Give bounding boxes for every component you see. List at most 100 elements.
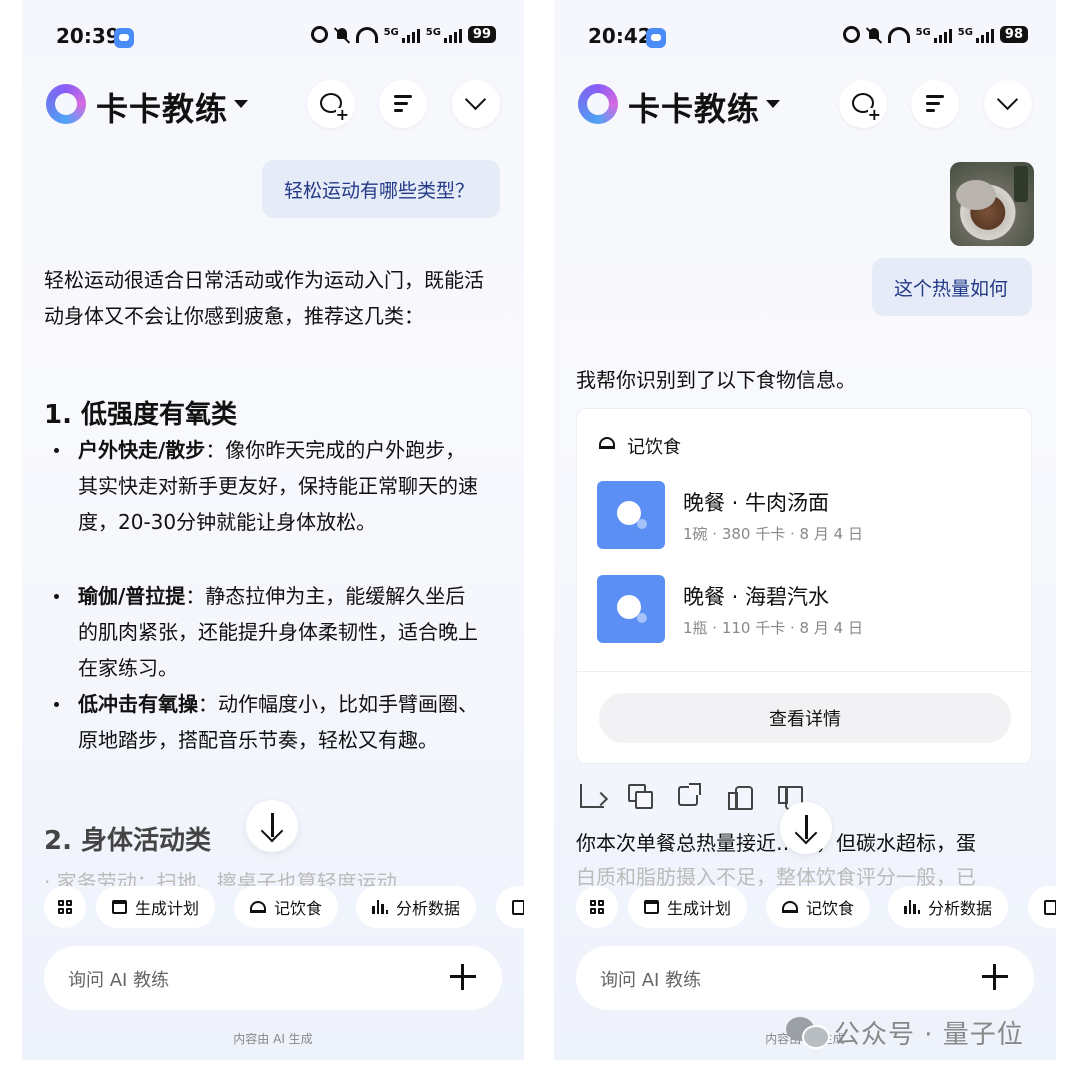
- app-logo: [46, 84, 86, 124]
- grid-icon: [58, 900, 72, 914]
- chip-analyze-data[interactable]: 分析数据: [888, 886, 1009, 928]
- document-icon: [512, 899, 524, 915]
- plus-icon[interactable]: [982, 964, 1008, 990]
- food-item[interactable]: 晚餐 · 牛肉汤面 1碗 · 380 千卡 · 8 月 4 日: [597, 481, 1017, 551]
- status-time: 20:42: [588, 24, 652, 48]
- copy-icon[interactable]: [628, 784, 653, 809]
- notification-chat-icon: [646, 28, 666, 48]
- title-dropdown-icon[interactable]: [234, 100, 248, 108]
- document-icon: [1044, 899, 1056, 915]
- list-item: 户外快走/散步：像你昨天完成的户外跑步，其实快走对新手更友好，保持能正常聊天的速…: [54, 432, 484, 540]
- chip-more[interactable]: [1028, 886, 1056, 928]
- wechat-icon: [786, 1017, 830, 1049]
- alarm-icon: [310, 26, 328, 43]
- food-photo-thumbnail[interactable]: [950, 162, 1034, 246]
- status-bar: 20:42 5G 5G 98: [554, 22, 1056, 54]
- plus-icon[interactable]: [450, 964, 476, 990]
- network-label-2: 5G: [957, 26, 973, 38]
- battery-level: 98: [999, 26, 1028, 43]
- cloche-icon: [599, 437, 615, 449]
- app-title[interactable]: 卡卡教练: [628, 84, 760, 130]
- new-chat-button[interactable]: [839, 80, 887, 128]
- title-dropdown-icon[interactable]: [766, 100, 780, 108]
- notification-chat-icon: [114, 28, 134, 48]
- new-chat-button[interactable]: [307, 80, 355, 128]
- view-details-button[interactable]: 查看详情: [599, 693, 1011, 743]
- ai-generated-note: 内容由 AI 生成: [233, 1032, 313, 1046]
- chat-input[interactable]: 询问 AI 教练: [44, 946, 502, 1010]
- signal-icon-2: 5G: [958, 27, 994, 43]
- more-actions-button[interactable]: [576, 886, 618, 928]
- wifi-icon: [355, 26, 378, 43]
- food-meta: 1碗 · 380 千卡 · 8 月 4 日: [683, 525, 863, 543]
- history-button[interactable]: [911, 80, 959, 128]
- calendar-icon: [112, 900, 127, 914]
- share-icon[interactable]: [580, 784, 604, 808]
- collapse-button[interactable]: [452, 80, 500, 128]
- network-label-2: 5G: [425, 26, 441, 38]
- scroll-to-bottom-button[interactable]: [246, 800, 298, 852]
- food-icon: [597, 575, 665, 643]
- chat-input-placeholder: 询问 AI 教练: [600, 970, 702, 991]
- app-title[interactable]: 卡卡教练: [96, 84, 228, 130]
- left-phone-screen: 20:39 5G 5G 99 卡卡教练 轻松运动有哪些类型？ 轻松运动很适合日常…: [22, 0, 524, 1060]
- chip-label: 记饮食: [806, 899, 855, 918]
- history-button[interactable]: [379, 80, 427, 128]
- user-message-bubble: 轻松运动有哪些类型？: [262, 160, 500, 218]
- chip-label: 分析数据: [396, 899, 461, 918]
- mute-icon: [866, 27, 882, 43]
- new-chat-icon: [320, 93, 349, 122]
- right-phone-screen: 20:42 5G 5G 98 卡卡教练 这个热量如何 我帮你识别到了以下食物信息…: [554, 0, 1056, 1060]
- cloche-icon: [782, 901, 798, 913]
- bar-chart-icon: [372, 900, 388, 914]
- bar-chart-icon: [904, 900, 920, 914]
- grid-icon: [590, 900, 604, 914]
- chip-label: 生成计划: [135, 899, 200, 918]
- chat-input-placeholder: 询问 AI 教练: [68, 970, 170, 991]
- food-item[interactable]: 晚餐 · 海碧汽水 1瓶 · 110 千卡 · 8 月 4 日: [597, 575, 1017, 645]
- food-name: 晚餐 · 牛肉汤面: [683, 491, 830, 515]
- status-icons: 5G 5G 99: [310, 26, 496, 43]
- chip-analyze-data[interactable]: 分析数据: [356, 886, 477, 928]
- chip-log-diet[interactable]: 记饮食: [234, 886, 339, 928]
- diet-log-card: 记饮食 晚餐 · 牛肉汤面 1碗 · 380 千卡 · 8 月 4 日 晚餐 ·…: [576, 408, 1032, 764]
- watermark-text: 公众号 · 量子位: [834, 1019, 1024, 1050]
- list-item-title: 低冲击有氧操: [78, 692, 198, 716]
- summary-line-2: 白质和脂肪摄入不足，整体饮食评分一般，已: [576, 865, 976, 886]
- scroll-to-bottom-button[interactable]: [780, 802, 832, 854]
- chat-input[interactable]: 询问 AI 教练: [576, 946, 1034, 1010]
- chip-generate-plan[interactable]: 生成计划: [96, 886, 216, 928]
- food-name: 晚餐 · 海碧汽水: [683, 585, 830, 609]
- history-list-icon: [926, 95, 944, 113]
- cloche-icon: [250, 901, 266, 913]
- alarm-icon: [842, 26, 860, 43]
- list-item: 瑜伽/普拉提：静态拉伸为主，能缓解久坐后的肌肉紧张，还能提升身体柔韧性，适合晚上…: [54, 578, 484, 686]
- external-link-icon[interactable]: [678, 783, 701, 806]
- chip-generate-plan[interactable]: 生成计划: [628, 886, 748, 928]
- list-item-title: 户外快走/散步: [78, 438, 206, 462]
- food-icon: [597, 481, 665, 549]
- list-item-title: 瑜伽/普拉提: [78, 584, 186, 608]
- new-chat-icon: [852, 93, 881, 122]
- food-meta: 1瓶 · 110 千卡 · 8 月 4 日: [683, 619, 863, 637]
- card-title: 记饮食: [627, 437, 681, 458]
- status-icons: 5G 5G 98: [842, 26, 1028, 43]
- chip-log-diet[interactable]: 记饮食: [766, 886, 871, 928]
- watermark: 公众号 · 量子位: [786, 1012, 1024, 1052]
- section-heading-1: 1. 低强度有氧类: [44, 400, 238, 430]
- collapse-button[interactable]: [984, 80, 1032, 128]
- more-actions-button[interactable]: [44, 886, 86, 928]
- status-bar: 20:39 5G 5G 99: [22, 22, 524, 54]
- assistant-intro: 我帮你识别到了以下食物信息。: [576, 368, 856, 392]
- list-item: 低冲击有氧操：动作幅度小，比如手臂画圈、原地踏步，搭配音乐节奏，轻松又有趣。: [54, 686, 484, 758]
- chip-label: 生成计划: [667, 899, 732, 918]
- thumbs-up-icon[interactable]: [728, 784, 753, 810]
- chip-label: 记饮食: [274, 899, 323, 918]
- chevron-down-icon: [996, 88, 1019, 111]
- app-logo: [578, 84, 618, 124]
- signal-icon: 5G: [384, 27, 420, 43]
- chip-label: 分析数据: [928, 899, 993, 918]
- calendar-icon: [644, 900, 659, 914]
- chip-more[interactable]: [496, 886, 524, 928]
- chevron-down-icon: [464, 88, 487, 111]
